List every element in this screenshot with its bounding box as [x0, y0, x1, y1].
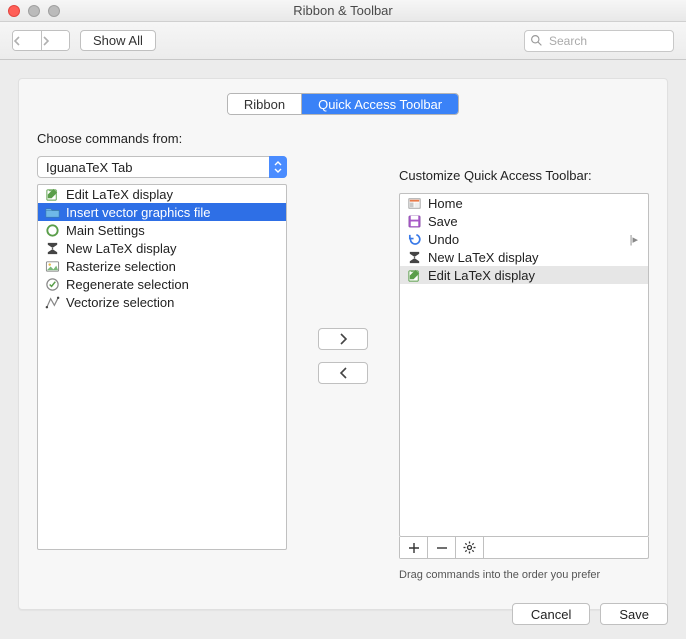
list-item-label: Insert vector graphics file [66, 205, 211, 220]
dialog-footer: Cancel Save [494, 589, 686, 639]
list-item[interactable]: Insert vector graphics file [38, 203, 286, 221]
close-window-button[interactable] [8, 5, 20, 17]
qat-list-toolbar [399, 537, 649, 559]
zoom-window-button[interactable] [48, 5, 60, 17]
list-item[interactable]: Home [400, 194, 648, 212]
list-item[interactable]: New LaTeX display [38, 239, 286, 257]
sigma-icon [406, 249, 422, 265]
vector-icon [44, 294, 60, 310]
drag-hint-label: Drag commands into the order you prefer [399, 569, 649, 581]
tab-ribbon[interactable]: Ribbon [228, 94, 301, 114]
content-panel: Ribbon Quick Access Toolbar Choose comma… [18, 78, 668, 610]
save-icon [406, 213, 422, 229]
remove-button[interactable] [428, 537, 456, 558]
list-item-label: New LaTeX display [66, 241, 177, 256]
nav-back-button[interactable] [13, 31, 41, 50]
chevron-left-icon [339, 367, 348, 379]
window-title: Ribbon & Toolbar [0, 3, 686, 18]
add-command-button[interactable] [318, 328, 368, 350]
list-item-label: Edit LaTeX display [66, 187, 173, 202]
add-button[interactable] [400, 537, 428, 558]
list-item[interactable]: Edit LaTeX display [38, 185, 286, 203]
search-icon [530, 34, 543, 47]
list-item[interactable]: Rasterize selection [38, 257, 286, 275]
list-item-label: Save [428, 214, 458, 229]
cancel-button[interactable]: Cancel [512, 603, 590, 625]
folder-icon [44, 204, 60, 220]
check-icon [44, 276, 60, 292]
save-button[interactable]: Save [600, 603, 668, 625]
list-item[interactable]: Undo |▸ [400, 230, 648, 248]
list-item[interactable]: Main Settings [38, 221, 286, 239]
tab-segment: Ribbon Quick Access Toolbar [227, 93, 459, 115]
search-field-wrap [524, 30, 674, 52]
home-icon [406, 195, 422, 211]
list-item[interactable]: Save [400, 212, 648, 230]
edit-icon [406, 267, 422, 283]
chevron-left-icon [13, 36, 21, 46]
toolbar: Show All [0, 22, 686, 60]
list-item-label: Main Settings [66, 223, 145, 238]
nav-forward-button[interactable] [41, 31, 69, 50]
chevron-right-icon [42, 36, 50, 46]
list-item-label: Home [428, 196, 463, 211]
image-icon [44, 258, 60, 274]
edit-icon [44, 186, 60, 202]
list-item-label: Regenerate selection [66, 277, 189, 292]
undo-icon [406, 231, 422, 247]
nav-segment [12, 30, 70, 51]
list-item-label: Rasterize selection [66, 259, 176, 274]
available-commands-list[interactable]: Edit LaTeX display Insert vector graphics… [37, 184, 287, 550]
minimize-window-button[interactable] [28, 5, 40, 17]
commands-source-select[interactable]: IguanaTeX Tab [37, 156, 287, 178]
list-item[interactable]: Vectorize selection [38, 293, 286, 311]
qat-commands-list[interactable]: Home Save Undo |▸ New LaTeX display Edit LaTe… [399, 193, 649, 537]
list-item-label: Vectorize selection [66, 295, 174, 310]
tab-quick-access-toolbar[interactable]: Quick Access Toolbar [301, 94, 458, 114]
settings-button[interactable] [456, 537, 484, 558]
title-bar: Ribbon & Toolbar [0, 0, 686, 22]
circle-icon [44, 222, 60, 238]
choose-commands-label: Choose commands from: [37, 131, 287, 146]
remove-command-button[interactable] [318, 362, 368, 384]
submenu-indicator-icon: |▸ [630, 233, 642, 246]
show-all-button[interactable]: Show All [80, 30, 156, 51]
list-item[interactable]: Regenerate selection [38, 275, 286, 293]
list-item-label: New LaTeX display [428, 250, 539, 265]
list-item-label: Undo [428, 232, 459, 247]
minus-icon [436, 542, 448, 554]
plus-icon [408, 542, 420, 554]
customize-qat-label: Customize Quick Access Toolbar: [399, 168, 649, 183]
gear-icon [463, 541, 476, 554]
list-item-label: Edit LaTeX display [428, 268, 535, 283]
search-input[interactable] [524, 30, 674, 52]
sigma-icon [44, 240, 60, 256]
list-item[interactable]: Edit LaTeX display [400, 266, 648, 284]
list-item[interactable]: New LaTeX display [400, 248, 648, 266]
chevron-right-icon [339, 333, 348, 345]
